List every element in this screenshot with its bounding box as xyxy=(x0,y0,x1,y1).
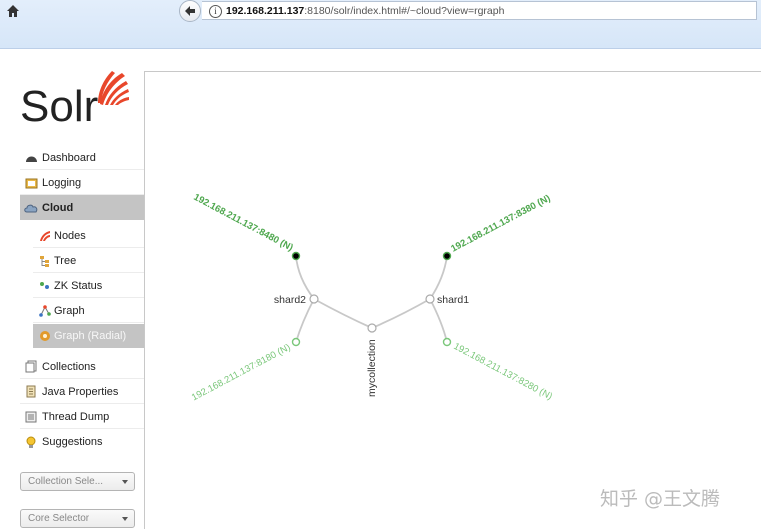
watermark: 知乎 @王文腾 xyxy=(600,488,721,510)
replica-node-8180[interactable] xyxy=(291,337,301,347)
shard1-label[interactable]: shard1 xyxy=(437,294,469,306)
replica-node-8380[interactable] xyxy=(442,251,452,261)
replica-label-8380[interactable]: 192.168.211.137:8380 (N) xyxy=(449,193,552,255)
replica-label-8180[interactable]: 192.168.211.137:8180 (N) xyxy=(190,342,292,403)
replica-label-8280[interactable]: 192.168.211.137:8280 (N) xyxy=(452,341,554,402)
shard2-label[interactable]: shard2 xyxy=(274,294,306,306)
shard2-node[interactable] xyxy=(309,294,319,304)
replica-node-8280[interactable] xyxy=(442,337,452,347)
collection-label[interactable]: mycollection xyxy=(366,339,378,397)
shard1-node[interactable] xyxy=(425,294,435,304)
edge-shard2-leader xyxy=(295,255,315,300)
radial-graph: mycollection shard2 shard1 192.168.211.1… xyxy=(190,192,554,404)
edge-collection-shard1 xyxy=(371,298,431,329)
edge-collection-shard2 xyxy=(313,298,373,329)
replica-node-8480[interactable] xyxy=(291,251,301,261)
edge-shard1-leader xyxy=(429,255,448,300)
replica-label-8480[interactable]: 192.168.211.137:8480 (N) xyxy=(192,192,295,254)
collection-node[interactable] xyxy=(367,323,377,333)
